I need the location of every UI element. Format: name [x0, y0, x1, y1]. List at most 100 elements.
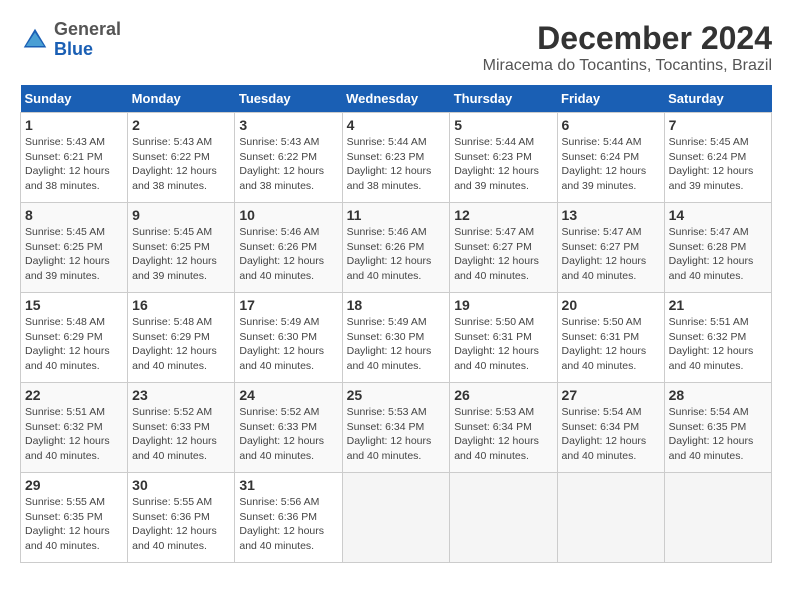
table-row: 4 Sunrise: 5:44 AM Sunset: 6:23 PM Dayli…	[342, 113, 450, 203]
header-wednesday: Wednesday	[342, 85, 450, 113]
day-number: 18	[347, 297, 446, 313]
table-row	[450, 473, 557, 563]
day-number: 31	[239, 477, 337, 493]
month-year-title: December 2024	[483, 20, 772, 57]
header-thursday: Thursday	[450, 85, 557, 113]
day-info: Sunrise: 5:43 AM Sunset: 6:22 PM Dayligh…	[132, 135, 230, 194]
day-info: Sunrise: 5:51 AM Sunset: 6:32 PM Dayligh…	[25, 405, 123, 464]
day-info: Sunrise: 5:44 AM Sunset: 6:24 PM Dayligh…	[562, 135, 660, 194]
day-info: Sunrise: 5:43 AM Sunset: 6:21 PM Dayligh…	[25, 135, 123, 194]
calendar-header-row: Sunday Monday Tuesday Wednesday Thursday…	[21, 85, 772, 113]
table-row: 13 Sunrise: 5:47 AM Sunset: 6:27 PM Dayl…	[557, 203, 664, 293]
header-monday: Monday	[128, 85, 235, 113]
header-saturday: Saturday	[664, 85, 771, 113]
table-row: 26 Sunrise: 5:53 AM Sunset: 6:34 PM Dayl…	[450, 383, 557, 473]
day-info: Sunrise: 5:52 AM Sunset: 6:33 PM Dayligh…	[132, 405, 230, 464]
table-row: 6 Sunrise: 5:44 AM Sunset: 6:24 PM Dayli…	[557, 113, 664, 203]
calendar-row: 15 Sunrise: 5:48 AM Sunset: 6:29 PM Dayl…	[21, 293, 772, 383]
day-number: 25	[347, 387, 446, 403]
table-row	[342, 473, 450, 563]
day-number: 24	[239, 387, 337, 403]
day-info: Sunrise: 5:45 AM Sunset: 6:25 PM Dayligh…	[25, 225, 123, 284]
table-row: 17 Sunrise: 5:49 AM Sunset: 6:30 PM Dayl…	[235, 293, 342, 383]
calendar-title: December 2024 Miracema do Tocantins, Toc…	[483, 20, 772, 75]
calendar-row: 29 Sunrise: 5:55 AM Sunset: 6:35 PM Dayl…	[21, 473, 772, 563]
day-info: Sunrise: 5:43 AM Sunset: 6:22 PM Dayligh…	[239, 135, 337, 194]
table-row: 19 Sunrise: 5:50 AM Sunset: 6:31 PM Dayl…	[450, 293, 557, 383]
table-row: 15 Sunrise: 5:48 AM Sunset: 6:29 PM Dayl…	[21, 293, 128, 383]
day-number: 2	[132, 117, 230, 133]
day-number: 27	[562, 387, 660, 403]
table-row: 3 Sunrise: 5:43 AM Sunset: 6:22 PM Dayli…	[235, 113, 342, 203]
day-number: 29	[25, 477, 123, 493]
day-number: 26	[454, 387, 552, 403]
table-row: 31 Sunrise: 5:56 AM Sunset: 6:36 PM Dayl…	[235, 473, 342, 563]
table-row: 21 Sunrise: 5:51 AM Sunset: 6:32 PM Dayl…	[664, 293, 771, 383]
table-row: 14 Sunrise: 5:47 AM Sunset: 6:28 PM Dayl…	[664, 203, 771, 293]
day-number: 8	[25, 207, 123, 223]
day-number: 14	[669, 207, 767, 223]
day-info: Sunrise: 5:56 AM Sunset: 6:36 PM Dayligh…	[239, 495, 337, 554]
table-row: 1 Sunrise: 5:43 AM Sunset: 6:21 PM Dayli…	[21, 113, 128, 203]
day-info: Sunrise: 5:48 AM Sunset: 6:29 PM Dayligh…	[132, 315, 230, 374]
logo: General Blue	[20, 20, 121, 60]
table-row: 11 Sunrise: 5:46 AM Sunset: 6:26 PM Dayl…	[342, 203, 450, 293]
day-number: 23	[132, 387, 230, 403]
day-number: 22	[25, 387, 123, 403]
day-info: Sunrise: 5:54 AM Sunset: 6:35 PM Dayligh…	[669, 405, 767, 464]
table-row: 28 Sunrise: 5:54 AM Sunset: 6:35 PM Dayl…	[664, 383, 771, 473]
day-info: Sunrise: 5:55 AM Sunset: 6:36 PM Dayligh…	[132, 495, 230, 554]
day-info: Sunrise: 5:46 AM Sunset: 6:26 PM Dayligh…	[347, 225, 446, 284]
day-info: Sunrise: 5:52 AM Sunset: 6:33 PM Dayligh…	[239, 405, 337, 464]
day-info: Sunrise: 5:46 AM Sunset: 6:26 PM Dayligh…	[239, 225, 337, 284]
day-number: 21	[669, 297, 767, 313]
day-info: Sunrise: 5:44 AM Sunset: 6:23 PM Dayligh…	[454, 135, 552, 194]
logo-text: General Blue	[54, 20, 121, 60]
day-info: Sunrise: 5:45 AM Sunset: 6:25 PM Dayligh…	[132, 225, 230, 284]
day-number: 16	[132, 297, 230, 313]
day-number: 19	[454, 297, 552, 313]
day-number: 12	[454, 207, 552, 223]
table-row	[557, 473, 664, 563]
logo-icon	[20, 25, 50, 55]
day-number: 3	[239, 117, 337, 133]
day-info: Sunrise: 5:55 AM Sunset: 6:35 PM Dayligh…	[25, 495, 123, 554]
day-number: 11	[347, 207, 446, 223]
table-row: 29 Sunrise: 5:55 AM Sunset: 6:35 PM Dayl…	[21, 473, 128, 563]
table-row: 5 Sunrise: 5:44 AM Sunset: 6:23 PM Dayli…	[450, 113, 557, 203]
day-info: Sunrise: 5:50 AM Sunset: 6:31 PM Dayligh…	[562, 315, 660, 374]
day-number: 6	[562, 117, 660, 133]
day-info: Sunrise: 5:48 AM Sunset: 6:29 PM Dayligh…	[25, 315, 123, 374]
table-row	[664, 473, 771, 563]
day-info: Sunrise: 5:51 AM Sunset: 6:32 PM Dayligh…	[669, 315, 767, 374]
day-info: Sunrise: 5:49 AM Sunset: 6:30 PM Dayligh…	[347, 315, 446, 374]
day-number: 17	[239, 297, 337, 313]
day-number: 1	[25, 117, 123, 133]
table-row: 30 Sunrise: 5:55 AM Sunset: 6:36 PM Dayl…	[128, 473, 235, 563]
table-row: 27 Sunrise: 5:54 AM Sunset: 6:34 PM Dayl…	[557, 383, 664, 473]
day-number: 30	[132, 477, 230, 493]
day-info: Sunrise: 5:53 AM Sunset: 6:34 PM Dayligh…	[454, 405, 552, 464]
calendar-row: 8 Sunrise: 5:45 AM Sunset: 6:25 PM Dayli…	[21, 203, 772, 293]
day-info: Sunrise: 5:53 AM Sunset: 6:34 PM Dayligh…	[347, 405, 446, 464]
calendar-row: 22 Sunrise: 5:51 AM Sunset: 6:32 PM Dayl…	[21, 383, 772, 473]
day-number: 13	[562, 207, 660, 223]
table-row: 16 Sunrise: 5:48 AM Sunset: 6:29 PM Dayl…	[128, 293, 235, 383]
day-number: 20	[562, 297, 660, 313]
day-info: Sunrise: 5:54 AM Sunset: 6:34 PM Dayligh…	[562, 405, 660, 464]
calendar-row: 1 Sunrise: 5:43 AM Sunset: 6:21 PM Dayli…	[21, 113, 772, 203]
table-row: 22 Sunrise: 5:51 AM Sunset: 6:32 PM Dayl…	[21, 383, 128, 473]
day-info: Sunrise: 5:47 AM Sunset: 6:27 PM Dayligh…	[562, 225, 660, 284]
day-number: 28	[669, 387, 767, 403]
table-row: 2 Sunrise: 5:43 AM Sunset: 6:22 PM Dayli…	[128, 113, 235, 203]
day-number: 5	[454, 117, 552, 133]
day-number: 9	[132, 207, 230, 223]
day-info: Sunrise: 5:44 AM Sunset: 6:23 PM Dayligh…	[347, 135, 446, 194]
header-friday: Friday	[557, 85, 664, 113]
day-number: 15	[25, 297, 123, 313]
day-number: 7	[669, 117, 767, 133]
table-row: 9 Sunrise: 5:45 AM Sunset: 6:25 PM Dayli…	[128, 203, 235, 293]
day-info: Sunrise: 5:47 AM Sunset: 6:28 PM Dayligh…	[669, 225, 767, 284]
day-number: 10	[239, 207, 337, 223]
table-row: 25 Sunrise: 5:53 AM Sunset: 6:34 PM Dayl…	[342, 383, 450, 473]
